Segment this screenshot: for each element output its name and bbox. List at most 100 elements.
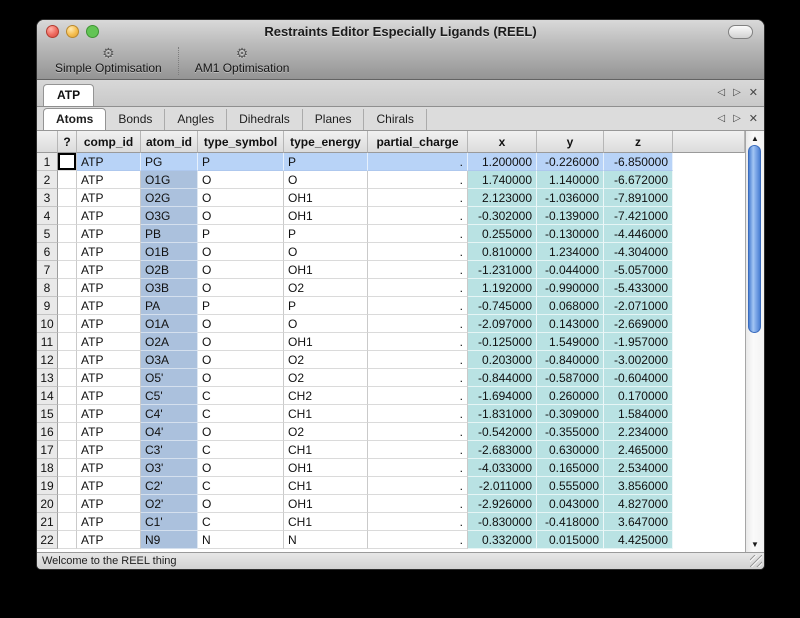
tab-dihedrals[interactable]: Dihedrals xyxy=(227,109,303,130)
cell-atomid[interactable]: O1B xyxy=(141,243,198,261)
cell-y[interactable]: 1.549000 xyxy=(537,333,604,351)
cell-y[interactable]: 0.015000 xyxy=(537,531,604,549)
cell-y[interactable]: -0.418000 xyxy=(537,513,604,531)
cell-compid[interactable]: ATP xyxy=(77,153,141,171)
cell-x[interactable]: -4.033000 xyxy=(468,459,537,477)
cell-partialcharge[interactable]: . xyxy=(368,297,468,315)
cell-partialcharge[interactable]: . xyxy=(368,405,468,423)
cell-z[interactable]: -0.604000 xyxy=(604,369,673,387)
cell-atomid[interactable]: O4' xyxy=(141,423,198,441)
cell-y[interactable]: -0.130000 xyxy=(537,225,604,243)
cell-x[interactable]: -2.011000 xyxy=(468,477,537,495)
row-number[interactable]: 22 xyxy=(37,531,58,549)
cell-z[interactable]: -4.446000 xyxy=(604,225,673,243)
cell-z[interactable]: 4.425000 xyxy=(604,531,673,549)
cell-z[interactable]: 2.234000 xyxy=(604,423,673,441)
row-number[interactable]: 2 xyxy=(37,171,58,189)
cell-[interactable] xyxy=(58,495,77,513)
cell-compid[interactable]: ATP xyxy=(77,333,141,351)
cell-atomid[interactable]: O3G xyxy=(141,207,198,225)
column-header-typeenergy[interactable]: type_energy xyxy=(284,131,368,153)
row-number[interactable]: 1 xyxy=(37,153,58,171)
scroll-down-icon[interactable]: ▼ xyxy=(746,538,764,551)
cell-[interactable] xyxy=(58,315,77,333)
cell-atomid[interactable]: O3' xyxy=(141,459,198,477)
row-number[interactable]: 11 xyxy=(37,333,58,351)
cell-typesymbol[interactable]: N xyxy=(198,531,284,549)
cell-partialcharge[interactable]: . xyxy=(368,243,468,261)
cell-x[interactable]: -0.844000 xyxy=(468,369,537,387)
row-number[interactable]: 12 xyxy=(37,351,58,369)
cell-[interactable] xyxy=(58,297,77,315)
cell-[interactable] xyxy=(58,189,77,207)
column-header-[interactable]: ? xyxy=(58,131,77,153)
cell-typesymbol[interactable]: O xyxy=(198,189,284,207)
cell-y[interactable]: -0.139000 xyxy=(537,207,604,225)
cell-x[interactable]: 0.255000 xyxy=(468,225,537,243)
cell-x[interactable]: 0.810000 xyxy=(468,243,537,261)
cell-y[interactable]: 1.234000 xyxy=(537,243,604,261)
cell-typeenergy[interactable]: CH1 xyxy=(284,513,368,531)
cell-compid[interactable]: ATP xyxy=(77,369,141,387)
cell-[interactable] xyxy=(58,279,77,297)
cell-z[interactable]: -1.957000 xyxy=(604,333,673,351)
cell-atomid[interactable]: O1G xyxy=(141,171,198,189)
cell-typeenergy[interactable]: CH2 xyxy=(284,387,368,405)
cell-typeenergy[interactable]: OH1 xyxy=(284,261,368,279)
cell-partialcharge[interactable]: . xyxy=(368,225,468,243)
cell-compid[interactable]: ATP xyxy=(77,261,141,279)
cell-x[interactable]: 2.123000 xyxy=(468,189,537,207)
row-number[interactable]: 7 xyxy=(37,261,58,279)
cell-partialcharge[interactable]: . xyxy=(368,279,468,297)
cell-z[interactable]: 2.465000 xyxy=(604,441,673,459)
tab-scroll-left-icon[interactable]: ◁ xyxy=(717,88,725,98)
cell-compid[interactable]: ATP xyxy=(77,441,141,459)
row-number[interactable]: 19 xyxy=(37,477,58,495)
cell-partialcharge[interactable]: . xyxy=(368,459,468,477)
cell-typeenergy[interactable]: O xyxy=(284,243,368,261)
toolbar-toggle-button[interactable] xyxy=(728,25,753,39)
cell-compid[interactable]: ATP xyxy=(77,279,141,297)
cell-typeenergy[interactable]: CH1 xyxy=(284,405,368,423)
tab-planes[interactable]: Planes xyxy=(303,109,365,130)
column-header-y[interactable]: y xyxy=(537,131,604,153)
row-number[interactable]: 5 xyxy=(37,225,58,243)
cell-typeenergy[interactable]: O2 xyxy=(284,279,368,297)
row-number[interactable]: 17 xyxy=(37,441,58,459)
cell-partialcharge[interactable]: . xyxy=(368,513,468,531)
cell-compid[interactable]: ATP xyxy=(77,351,141,369)
cell-[interactable] xyxy=(58,225,77,243)
cell-atomid[interactable]: PB xyxy=(141,225,198,243)
cell-typeenergy[interactable]: N xyxy=(284,531,368,549)
cell-x[interactable]: -2.683000 xyxy=(468,441,537,459)
row-number[interactable]: 15 xyxy=(37,405,58,423)
cell-[interactable] xyxy=(58,243,77,261)
cell-[interactable] xyxy=(58,333,77,351)
cell-compid[interactable]: ATP xyxy=(77,459,141,477)
cell-atomid[interactable]: PG xyxy=(141,153,198,171)
cell-compid[interactable]: ATP xyxy=(77,243,141,261)
cell-[interactable] xyxy=(58,369,77,387)
cell-atomid[interactable]: O3B xyxy=(141,279,198,297)
minimize-button[interactable] xyxy=(66,25,79,38)
cell-partialcharge[interactable]: . xyxy=(368,369,468,387)
cell-typeenergy[interactable]: OH1 xyxy=(284,333,368,351)
cell-compid[interactable]: ATP xyxy=(77,423,141,441)
tab-atoms[interactable]: Atoms xyxy=(43,108,106,130)
cell-y[interactable]: -0.309000 xyxy=(537,405,604,423)
cell-y[interactable]: -0.355000 xyxy=(537,423,604,441)
row-number[interactable]: 6 xyxy=(37,243,58,261)
cell-[interactable] xyxy=(58,459,77,477)
cell-z[interactable]: -3.002000 xyxy=(604,351,673,369)
cell-z[interactable]: 3.856000 xyxy=(604,477,673,495)
close-button[interactable] xyxy=(46,25,59,38)
zoom-button[interactable] xyxy=(86,25,99,38)
cell-partialcharge[interactable]: . xyxy=(368,477,468,495)
simple-optimisation-button[interactable]: ⚙ Simple Optimisation xyxy=(43,44,174,78)
cell-x[interactable]: -2.926000 xyxy=(468,495,537,513)
cell-[interactable] xyxy=(58,207,77,225)
cell-z[interactable]: -2.669000 xyxy=(604,315,673,333)
tab-bonds[interactable]: Bonds xyxy=(106,109,165,130)
cell-x[interactable]: 1.192000 xyxy=(468,279,537,297)
cell-partialcharge[interactable]: . xyxy=(368,315,468,333)
